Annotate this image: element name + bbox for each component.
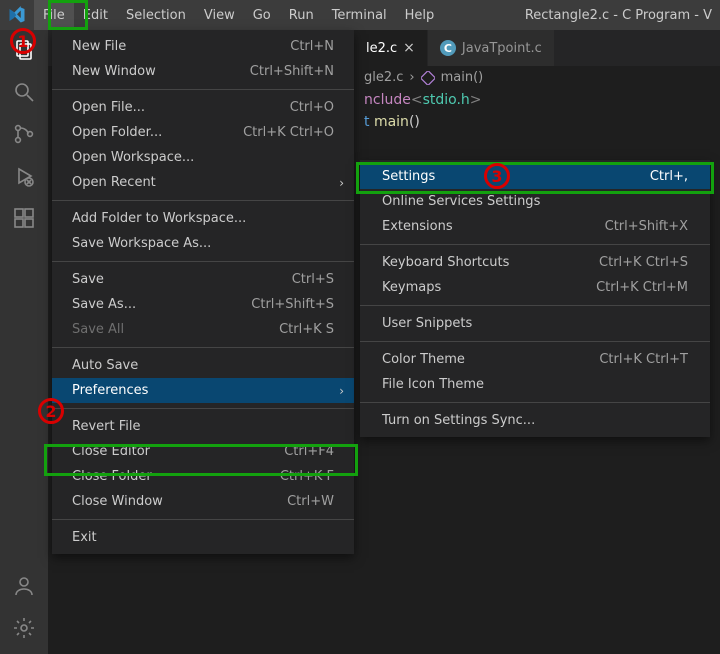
menu-open-workspace[interactable]: Open Workspace... [52, 145, 354, 170]
menu-preferences[interactable]: Preferences› [52, 378, 354, 403]
submenu-settings[interactable]: SettingsCtrl+, [360, 164, 710, 189]
submenu-color-theme[interactable]: Color ThemeCtrl+K Ctrl+T [360, 347, 710, 372]
tab-label: le2.c [366, 41, 397, 56]
debug-icon[interactable] [12, 164, 36, 188]
tab-javatpoint[interactable]: C JavaTpoint.c [428, 30, 555, 66]
menu-file[interactable]: File [34, 0, 74, 30]
menu-close-folder[interactable]: Close FolderCtrl+K F [52, 464, 354, 489]
menu-save-workspace-as[interactable]: Save Workspace As... [52, 231, 354, 256]
menu-edit[interactable]: Edit [74, 0, 117, 30]
search-icon[interactable] [12, 80, 36, 104]
menu-open-folder[interactable]: Open Folder...Ctrl+K Ctrl+O [52, 120, 354, 145]
submenu-turn-on-settings-sync[interactable]: Turn on Settings Sync... [360, 408, 710, 433]
activity-bar [0, 30, 48, 654]
menu-close-editor[interactable]: Close EditorCtrl+F4 [52, 439, 354, 464]
menu-new-file[interactable]: New FileCtrl+N [52, 34, 354, 59]
file-menu-dropdown: New FileCtrl+N New WindowCtrl+Shift+N Op… [52, 30, 354, 554]
source-control-icon[interactable] [12, 122, 36, 146]
menu-revert-file[interactable]: Revert File [52, 414, 354, 439]
menu-auto-save[interactable]: Auto Save [52, 353, 354, 378]
submenu-keymaps[interactable]: KeymapsCtrl+K Ctrl+M [360, 275, 710, 300]
account-icon[interactable] [12, 574, 36, 598]
extensions-icon[interactable] [12, 206, 36, 230]
chevron-right-icon: › [339, 384, 344, 398]
menu-open-file[interactable]: Open File...Ctrl+O [52, 95, 354, 120]
function-icon [421, 71, 435, 85]
explorer-icon[interactable] [12, 38, 36, 62]
breadcrumb-file: gle2.c [364, 70, 403, 85]
chevron-right-icon: › [339, 176, 344, 190]
preferences-submenu: SettingsCtrl+, Online Services Settings … [360, 160, 710, 437]
menu-open-recent[interactable]: Open Recent› [52, 170, 354, 195]
submenu-online-services-settings[interactable]: Online Services Settings [360, 189, 710, 214]
menu-new-window[interactable]: New WindowCtrl+Shift+N [52, 59, 354, 84]
menu-terminal[interactable]: Terminal [323, 0, 396, 30]
title-bar: File Edit Selection View Go Run Terminal… [0, 0, 720, 30]
menu-bar: File Edit Selection View Go Run Terminal… [34, 0, 443, 30]
window-title: Rectangle2.c - C Program - V [525, 8, 720, 23]
menu-help[interactable]: Help [396, 0, 444, 30]
tab-label: JavaTpoint.c [462, 41, 542, 56]
submenu-file-icon-theme[interactable]: File Icon Theme [360, 372, 710, 397]
tab-rectangle2[interactable]: le2.c × [354, 30, 428, 66]
breadcrumb-symbol: main() [441, 70, 484, 85]
submenu-keyboard-shortcuts[interactable]: Keyboard ShortcutsCtrl+K Ctrl+S [360, 250, 710, 275]
submenu-user-snippets[interactable]: User Snippets [360, 311, 710, 336]
menu-view[interactable]: View [195, 0, 244, 30]
menu-selection[interactable]: Selection [117, 0, 195, 30]
submenu-extensions[interactable]: ExtensionsCtrl+Shift+X [360, 214, 710, 239]
menu-run[interactable]: Run [280, 0, 323, 30]
menu-exit[interactable]: Exit [52, 525, 354, 550]
settings-gear-icon[interactable] [12, 616, 36, 640]
menu-close-window[interactable]: Close WindowCtrl+W [52, 489, 354, 514]
menu-save-as[interactable]: Save As...Ctrl+Shift+S [52, 292, 354, 317]
close-icon[interactable]: × [403, 40, 415, 56]
menu-save[interactable]: SaveCtrl+S [52, 267, 354, 292]
vscode-logo-icon [8, 6, 26, 24]
menu-go[interactable]: Go [244, 0, 280, 30]
menu-add-folder-to-workspace[interactable]: Add Folder to Workspace... [52, 206, 354, 231]
chevron-right-icon: › [409, 70, 414, 85]
menu-save-all: Save AllCtrl+K S [52, 317, 354, 342]
c-file-icon: C [440, 40, 456, 56]
